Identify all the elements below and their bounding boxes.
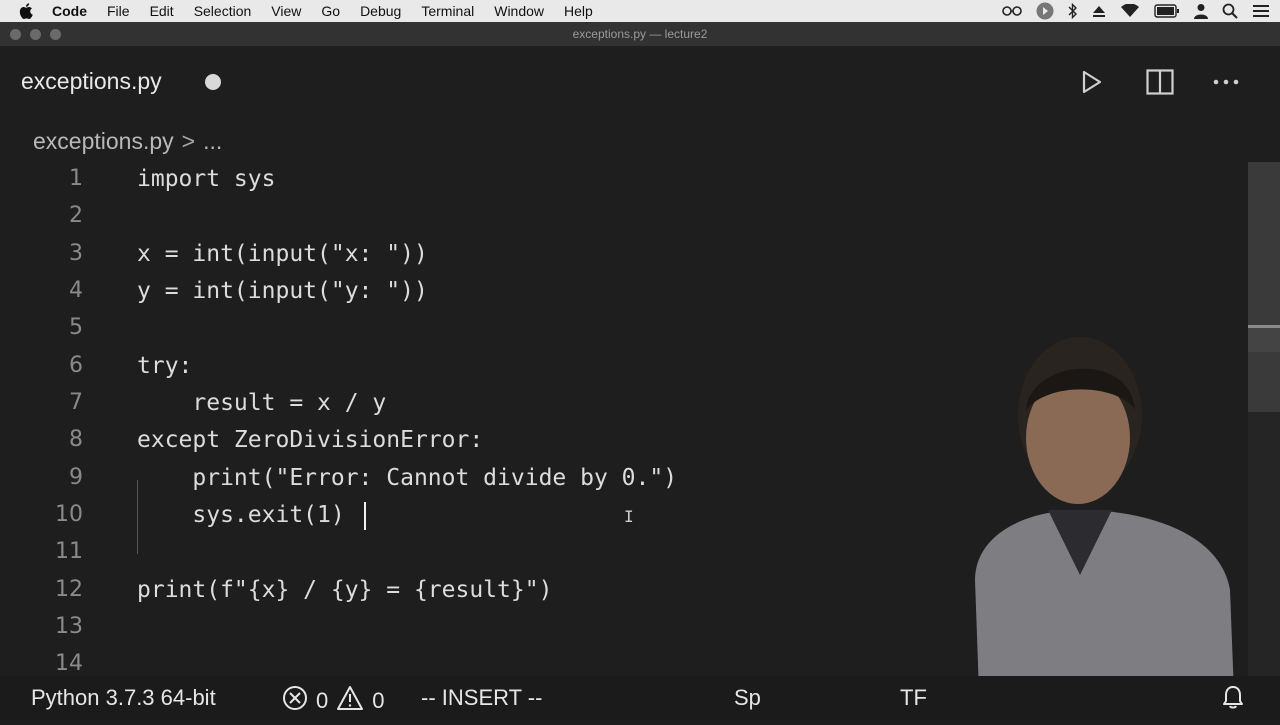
vim-mode: -- INSERT -- xyxy=(421,685,543,710)
line-number: 2 xyxy=(69,203,83,228)
tab-exceptions-py[interactable]: exceptions.py xyxy=(21,68,162,95)
menu-window[interactable]: Window xyxy=(494,3,544,19)
code-text: sys.exit(1) xyxy=(137,502,345,528)
glasses-icon[interactable] xyxy=(1002,5,1022,17)
code-text: y = int(input("y: ")) xyxy=(137,278,428,304)
code-text: result = x / y xyxy=(137,390,387,416)
code-text: except ZeroDivisionError: xyxy=(137,427,484,453)
status-bar: Python 3.7.3 64-bit 0 0 -- INSERT -- Sp … xyxy=(0,676,1280,720)
bluetooth-icon[interactable] xyxy=(1068,3,1078,19)
close-window-button[interactable] xyxy=(10,29,21,40)
code-text: x = int(input("x: ")) xyxy=(137,241,428,267)
line-number: 6 xyxy=(69,353,83,378)
code-text: try: xyxy=(137,353,193,379)
window-title: exceptions.py — lecture2 xyxy=(572,27,708,41)
menu-terminal[interactable]: Terminal xyxy=(421,3,474,19)
minimize-window-button[interactable] xyxy=(30,29,41,40)
error-count: 0 xyxy=(316,688,329,713)
line-number: 5 xyxy=(69,315,83,340)
menu-help[interactable]: Help xyxy=(564,3,593,19)
error-icon xyxy=(282,685,308,717)
indentation-spaces[interactable]: Sp xyxy=(734,685,761,711)
vertical-scrollbar[interactable] xyxy=(1248,162,1280,676)
more-icon[interactable] xyxy=(1210,66,1242,98)
run-icon[interactable] xyxy=(1076,66,1108,98)
line-number: 11 xyxy=(55,539,83,564)
line-number: 14 xyxy=(55,651,83,676)
menu-extras xyxy=(1002,0,1270,22)
overview-ruler-marker xyxy=(1248,325,1280,352)
code-text: print(f"{x} / {y} = {result}") xyxy=(137,577,553,603)
menu-edit[interactable]: Edit xyxy=(150,3,174,19)
menu-view[interactable]: View xyxy=(271,3,301,19)
apple-icon[interactable] xyxy=(18,3,34,19)
unsaved-dot-icon[interactable] xyxy=(205,74,221,90)
battery-icon[interactable] xyxy=(1154,4,1180,18)
code-text: print("Error: Cannot divide by 0.") xyxy=(137,465,678,491)
list-icon[interactable] xyxy=(1252,4,1270,18)
wifi-icon[interactable] xyxy=(1120,4,1140,18)
code-line[interactable]: 3 x = int(input("x: ")) xyxy=(0,237,1248,274)
line-number: 10 xyxy=(55,502,83,527)
warning-count: 0 xyxy=(372,688,385,713)
line-number: 13 xyxy=(55,614,83,639)
problems-indicator[interactable]: 0 0 xyxy=(282,685,385,717)
menu-go[interactable]: Go xyxy=(321,3,340,19)
line-number: 8 xyxy=(69,427,83,452)
line-number: 7 xyxy=(69,390,83,415)
code-text: import sys xyxy=(137,166,276,192)
scrollbar-thumb[interactable] xyxy=(1248,162,1280,412)
menu-bar: Code File Edit Selection View Go Debug T… xyxy=(0,0,1280,22)
line-number: 12 xyxy=(55,577,83,602)
search-icon[interactable] xyxy=(1222,3,1238,19)
file-encoding[interactable]: TF xyxy=(900,685,927,711)
presenter-video xyxy=(930,330,1250,720)
ibeam-cursor-icon: I xyxy=(624,507,634,526)
split-editor-icon[interactable] xyxy=(1144,66,1176,98)
python-interpreter[interactable]: Python 3.7.3 64-bit xyxy=(31,685,216,711)
line-number: 9 xyxy=(69,465,83,490)
circle-arrow-icon[interactable] xyxy=(1036,2,1054,20)
code-line[interactable]: 4 y = int(input("y: ")) xyxy=(0,274,1248,311)
line-number: 3 xyxy=(69,241,83,266)
menu-file[interactable]: File xyxy=(107,3,130,19)
window-title-bar: exceptions.py — lecture2 xyxy=(0,22,1280,46)
menu-selection[interactable]: Selection xyxy=(194,3,252,19)
line-number: 4 xyxy=(69,278,83,303)
zoom-window-button[interactable] xyxy=(50,29,61,40)
breadcrumb-file[interactable]: exceptions.py xyxy=(33,128,174,155)
breadcrumb-more[interactable]: ... xyxy=(203,128,222,155)
app-menu[interactable]: Code xyxy=(52,3,87,19)
user-icon[interactable] xyxy=(1194,3,1208,19)
chevron-right-icon: > xyxy=(181,128,196,154)
warning-icon xyxy=(336,685,364,717)
menu-debug[interactable]: Debug xyxy=(360,3,401,19)
bell-icon[interactable] xyxy=(1222,685,1244,709)
breadcrumb: exceptions.py > ... xyxy=(33,128,222,155)
line-number: 1 xyxy=(69,166,83,191)
code-line[interactable]: 1 import sys xyxy=(0,162,1248,199)
eject-icon[interactable] xyxy=(1092,4,1106,18)
text-cursor xyxy=(364,502,366,530)
code-line[interactable]: 2 xyxy=(0,199,1248,236)
